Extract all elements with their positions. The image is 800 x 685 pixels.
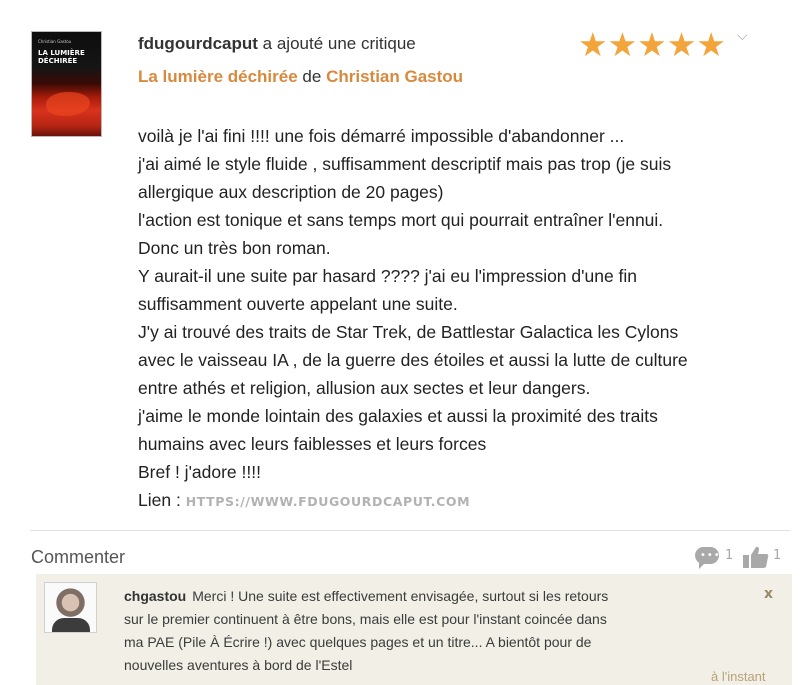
reply-line: ma PAE (Pile À Écrire !) avec quelques p… xyxy=(124,634,592,650)
comment-button[interactable]: Commenter xyxy=(31,547,125,568)
reviewer-name[interactable]: fdugourdcaput xyxy=(138,34,258,53)
comment-count: 1 xyxy=(725,548,734,563)
review-line: j'aime le monde lointain des galaxies et… xyxy=(138,406,658,426)
review-line: J'y ai trouvé des traits de Star Trek, d… xyxy=(138,322,679,342)
book-cover[interactable]: Christian Gastou LA LUMIÈRE DÉCHIRÉE xyxy=(32,32,101,136)
cover-author: Christian Gastou xyxy=(38,39,72,44)
review-line: voilà je l'ai fini !!!! une fois démarré… xyxy=(138,126,625,146)
divider xyxy=(30,530,790,531)
review-line: l'action est tonique et sans temps mort … xyxy=(138,210,664,230)
review-line: avec le vaisseau IA , de la guerre des é… xyxy=(138,350,688,370)
cover-title: LA LUMIÈRE DÉCHIRÉE xyxy=(38,49,85,65)
book-author-link[interactable]: Christian Gastou xyxy=(326,67,463,86)
reply-line-text: Merci ! Une suite est effectivement envi… xyxy=(192,588,609,604)
reply-line: sur le premier continuent à être bons, m… xyxy=(124,611,607,627)
reply-author[interactable]: chgastou xyxy=(124,588,186,604)
reply-line: nouvelles aventures à bord de l'Estel xyxy=(124,657,353,673)
cover-art xyxy=(46,92,90,116)
review-line: Donc un très bon roman. xyxy=(138,238,331,258)
avatar[interactable] xyxy=(45,583,96,632)
book-line: La lumière déchirée de Christian Gastou xyxy=(138,67,463,87)
book-title-link[interactable]: La lumière déchirée xyxy=(138,67,298,86)
review-line: suffisamment ouverte appelant une suite. xyxy=(138,294,458,314)
speech-bubble-icon[interactable]: ••• xyxy=(695,547,720,569)
external-link[interactable]: HTTPS://WWW.FDUGOURDCAPUT.COM xyxy=(186,494,470,509)
review-line: allergique aux description de 20 pages) xyxy=(138,182,444,202)
review-line: Bref ! j'adore !!!! xyxy=(138,462,261,482)
review-action-text: a ajouté une critique xyxy=(262,34,416,53)
reply-line: chgastou Merci ! Une suite est effectivem… xyxy=(124,585,704,608)
review-link-line: Lien : HTTPS://WWW.FDUGOURDCAPUT.COM xyxy=(138,486,778,516)
reply-text: chgastou Merci ! Une suite est effectivem… xyxy=(124,585,704,677)
review-header: fdugourdcaput a ajouté une critique xyxy=(138,34,416,54)
like-count: 1 xyxy=(773,548,782,563)
review-body: voilà je l'ai fini !!!! une fois démarré… xyxy=(138,122,778,516)
chevron-down-icon[interactable]: ⌵ xyxy=(737,28,748,44)
review-line: j'ai aimé le style fluide , suffisamment… xyxy=(138,154,672,174)
thumbs-up-icon[interactable] xyxy=(742,545,770,569)
book-de-text: de xyxy=(302,67,322,86)
review-line: humains avec leurs faiblesses et leurs f… xyxy=(138,434,487,454)
reply-timestamp: à l'instant xyxy=(711,669,766,684)
review-line: Y aurait-il une suite par hasard ???? j'… xyxy=(138,266,638,286)
review-line: entre athés et religion, allusion aux se… xyxy=(138,378,591,398)
close-icon[interactable]: x xyxy=(764,586,773,602)
link-label: Lien : xyxy=(138,490,181,510)
rating-stars: ★★★★★ xyxy=(578,25,726,64)
